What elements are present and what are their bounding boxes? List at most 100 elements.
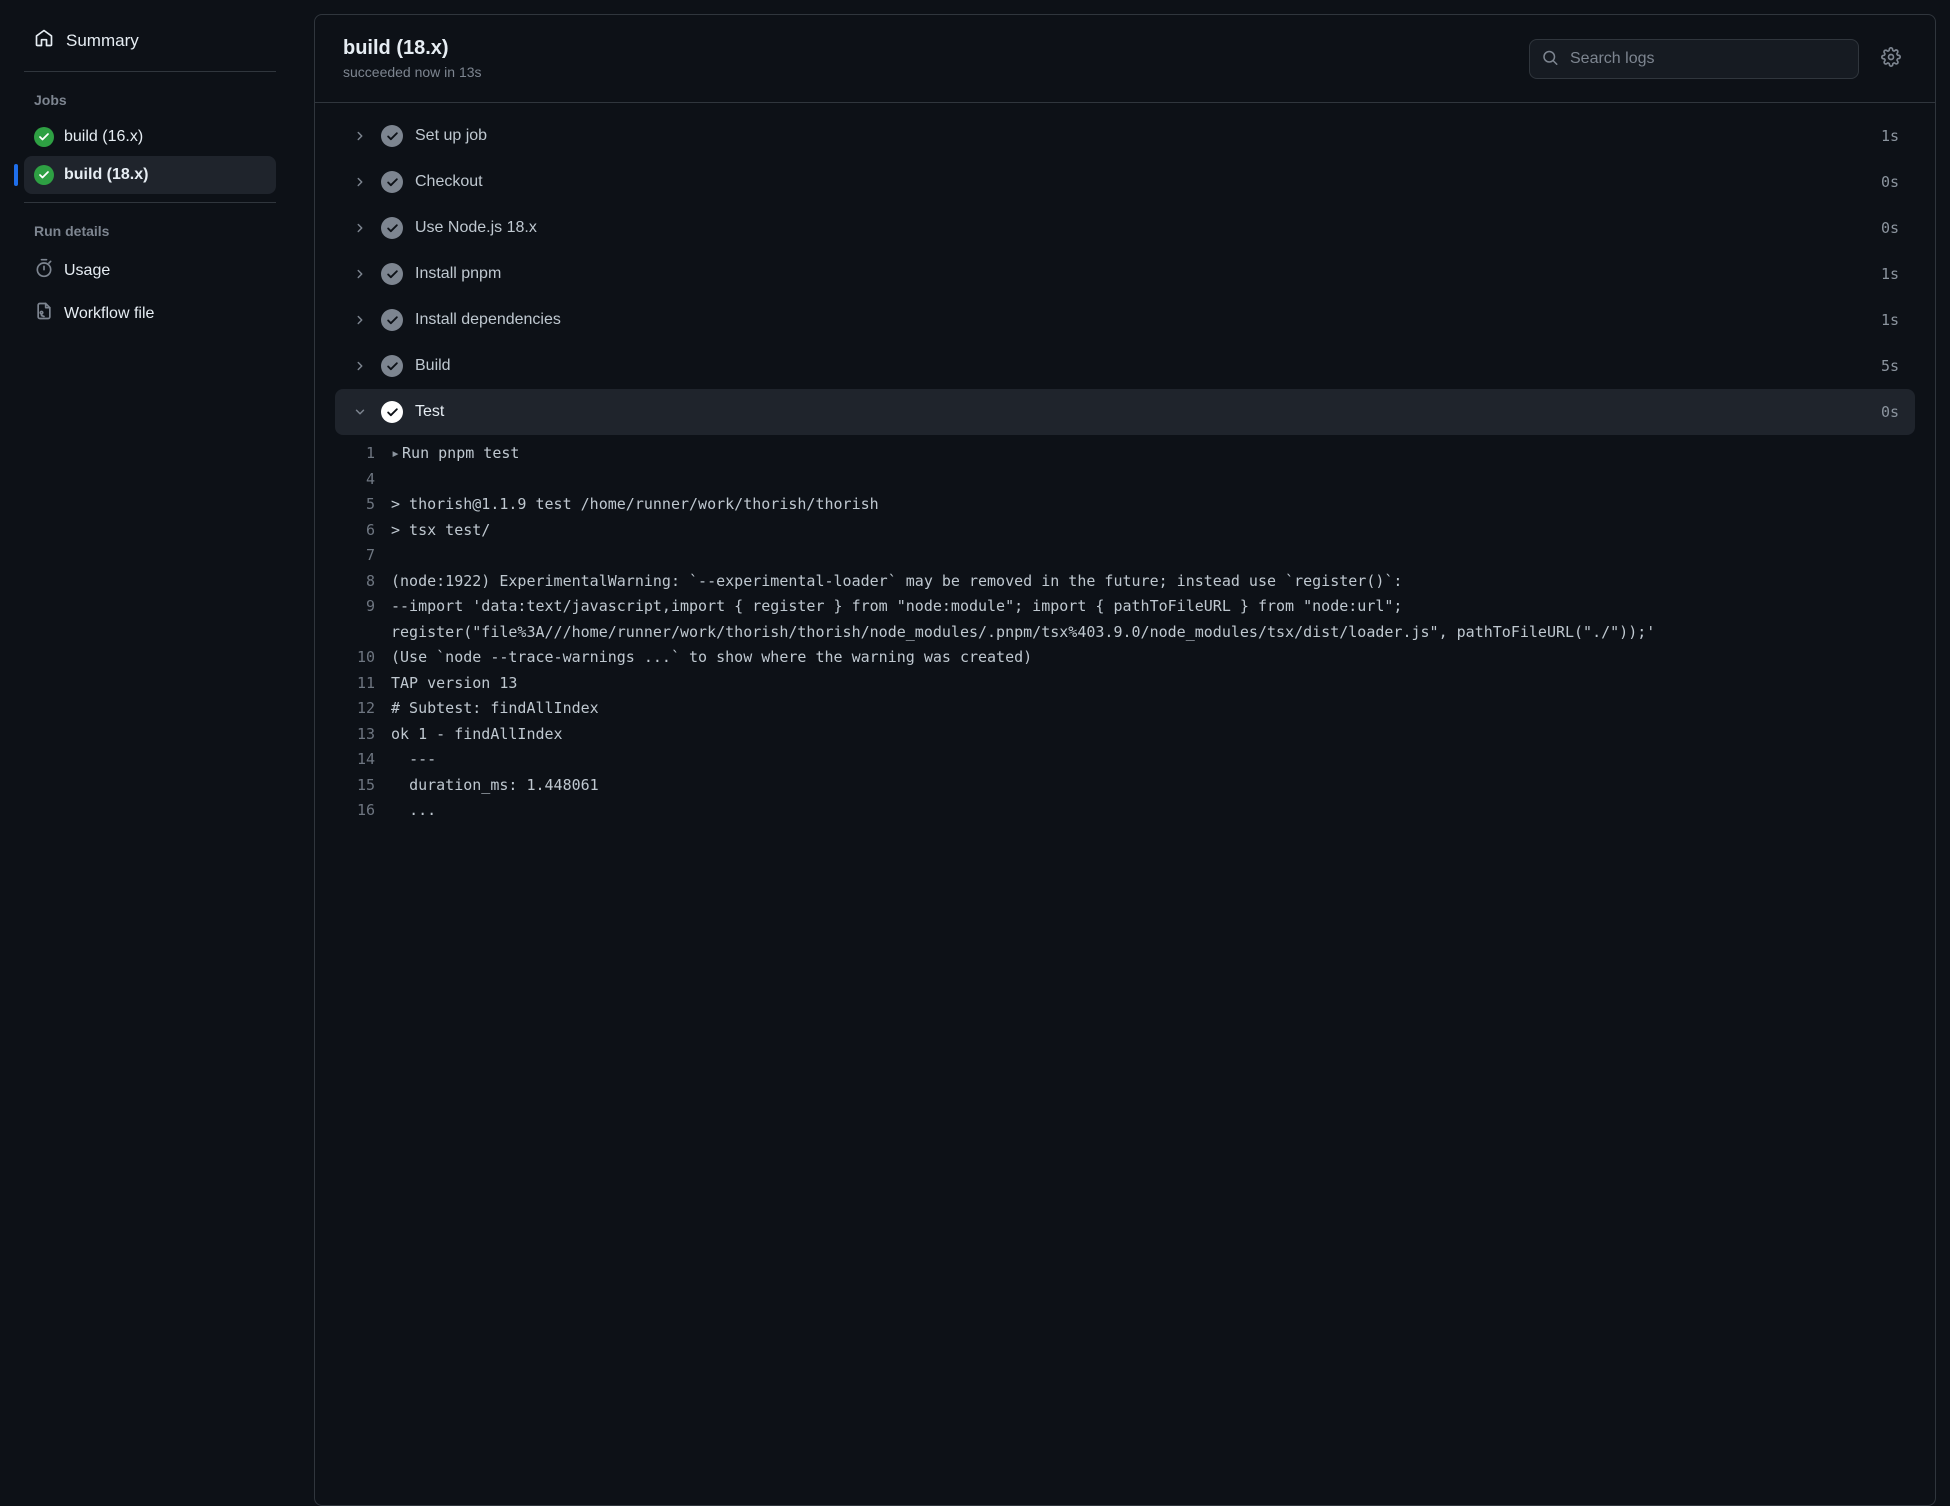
chevron-right-icon: [351, 175, 369, 189]
step-name: Install dependencies: [415, 311, 1869, 329]
log-line: 16 ...: [335, 798, 1915, 824]
log-line: 8(node:1922) ExperimentalWarning: `--exp…: [335, 569, 1915, 595]
log-line-number: 13: [335, 722, 391, 748]
log-line-number: 10: [335, 645, 391, 671]
log-line-content: --import 'data:text/javascript,import { …: [391, 594, 1915, 645]
step-duration: 1s: [1881, 311, 1899, 329]
log-line-content: ---: [391, 747, 1915, 773]
chevron-right-icon: [351, 221, 369, 235]
sidebar-jobs-heading: Jobs: [24, 86, 276, 118]
search-icon: [1541, 48, 1559, 69]
step-row[interactable]: Install pnpm 1s: [335, 251, 1915, 297]
step-success-icon: [381, 217, 403, 239]
chevron-right-icon: [351, 359, 369, 373]
chevron-right-icon: [351, 129, 369, 143]
job-header: build (18.x) succeeded now in 13s: [315, 15, 1935, 103]
step-name: Test: [415, 403, 1869, 421]
step-duration: 0s: [1881, 219, 1899, 237]
log-line: 5> thorish@1.1.9 test /home/runner/work/…: [335, 492, 1915, 518]
log-line: 4: [335, 467, 1915, 493]
step-success-icon: [381, 401, 403, 423]
log-line-number: 14: [335, 747, 391, 773]
log-line-content: [391, 543, 1915, 569]
settings-button[interactable]: [1875, 41, 1907, 76]
step-success-icon: [381, 263, 403, 285]
success-check-icon: [34, 127, 54, 147]
step-success-icon: [381, 309, 403, 331]
step-duration: 5s: [1881, 357, 1899, 375]
workflow-file-icon: [34, 301, 54, 326]
log-line: 9--import 'data:text/javascript,import {…: [335, 594, 1915, 645]
log-line-number: 8: [335, 569, 391, 595]
job-label: build (18.x): [64, 166, 148, 184]
detail-label: Usage: [64, 262, 110, 280]
step-name: Build: [415, 357, 1869, 375]
step-duration: 0s: [1881, 403, 1899, 421]
step-success-icon: [381, 355, 403, 377]
step-name: Use Node.js 18.x: [415, 219, 1869, 237]
log-line: 12# Subtest: findAllIndex: [335, 696, 1915, 722]
home-icon: [34, 28, 54, 53]
log-line: 7: [335, 543, 1915, 569]
sidebar: Summary Jobs build (16.x) build (18.x) Ru…: [0, 0, 300, 1506]
log-line: 6> tsx test/: [335, 518, 1915, 544]
log-line: 14 ---: [335, 747, 1915, 773]
step-row[interactable]: Use Node.js 18.x 0s: [335, 205, 1915, 251]
step-row[interactable]: Test 0s: [335, 389, 1915, 435]
log-line-content: TAP version 13: [391, 671, 1915, 697]
log-line-number: 12: [335, 696, 391, 722]
log-line: 15 duration_ms: 1.448061: [335, 773, 1915, 799]
sidebar-summary-label: Summary: [66, 31, 139, 51]
step-duration: 0s: [1881, 173, 1899, 191]
search-input[interactable]: [1529, 39, 1859, 79]
log-line-content: (node:1922) ExperimentalWarning: `--expe…: [391, 569, 1915, 595]
log-line-number: 6: [335, 518, 391, 544]
log-line-content: ...: [391, 798, 1915, 824]
log-line-number: 4: [335, 467, 391, 493]
step-name: Set up job: [415, 127, 1869, 145]
log-line-number: 11: [335, 671, 391, 697]
sidebar-detail-item[interactable]: Usage: [24, 249, 276, 292]
success-check-icon: [34, 165, 54, 185]
step-row[interactable]: Install dependencies 1s: [335, 297, 1915, 343]
job-label: build (16.x): [64, 128, 143, 146]
job-subtitle: succeeded now in 13s: [343, 64, 1513, 80]
log-line: 1▸Run pnpm test: [335, 441, 1915, 467]
step-name: Install pnpm: [415, 265, 1869, 283]
chevron-right-icon: [351, 313, 369, 327]
log-line: 11TAP version 13: [335, 671, 1915, 697]
step-duration: 1s: [1881, 127, 1899, 145]
sidebar-details-heading: Run details: [24, 217, 276, 249]
sidebar-job-item[interactable]: build (16.x): [24, 118, 276, 156]
job-title: build (18.x): [343, 37, 1513, 60]
step-name: Checkout: [415, 173, 1869, 191]
step-row[interactable]: Build 5s: [335, 343, 1915, 389]
step-duration: 1s: [1881, 265, 1899, 283]
log-line-content: duration_ms: 1.448061: [391, 773, 1915, 799]
sidebar-job-item[interactable]: build (18.x): [24, 156, 276, 194]
sidebar-summary[interactable]: Summary: [24, 18, 276, 63]
step-success-icon: [381, 125, 403, 147]
step-row[interactable]: Checkout 0s: [335, 159, 1915, 205]
chevron-down-icon: [351, 405, 369, 419]
chevron-right-icon: [351, 267, 369, 281]
stopwatch-icon: [34, 258, 54, 283]
log-line-content: # Subtest: findAllIndex: [391, 696, 1915, 722]
log-line-content: > tsx test/: [391, 518, 1915, 544]
step-success-icon: [381, 171, 403, 193]
gear-icon: [1881, 47, 1901, 70]
log-line-number: 16: [335, 798, 391, 824]
log-line-content: [391, 467, 1915, 493]
job-panel: build (18.x) succeeded now in 13s Set up…: [314, 14, 1936, 1506]
log-line-number: 9: [335, 594, 391, 645]
log-line-number: 1: [335, 441, 391, 467]
log-line: 10(Use `node --trace-warnings ...` to sh…: [335, 645, 1915, 671]
log-line: 13ok 1 - findAllIndex: [335, 722, 1915, 748]
log-line-content: ▸Run pnpm test: [391, 441, 1915, 467]
detail-label: Workflow file: [64, 305, 154, 323]
log-output: 1▸Run pnpm test45> thorish@1.1.9 test /h…: [335, 435, 1915, 834]
sidebar-detail-item[interactable]: Workflow file: [24, 292, 276, 335]
log-line-content: ok 1 - findAllIndex: [391, 722, 1915, 748]
step-row[interactable]: Set up job 1s: [335, 113, 1915, 159]
steps-list: Set up job 1s Checkout 0s Use Node.js 18.x 0s…: [315, 103, 1935, 1505]
